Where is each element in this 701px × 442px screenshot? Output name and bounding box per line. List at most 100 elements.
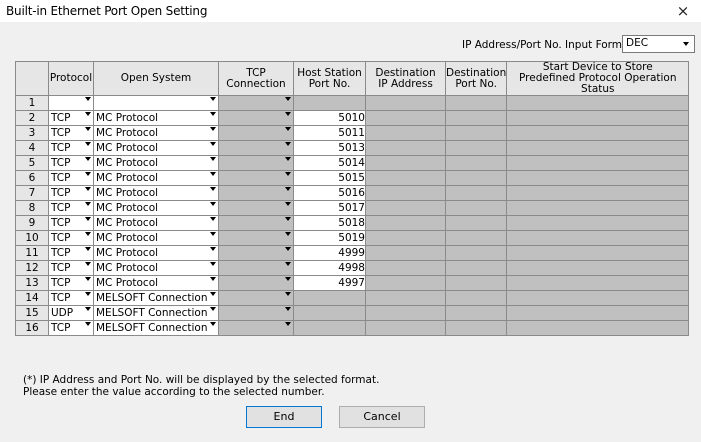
host-port-cell[interactable]: 5010 bbox=[293, 110, 366, 126]
open-system-select[interactable]: MC Protocol bbox=[93, 140, 219, 156]
protocol-select[interactable]: TCP bbox=[48, 170, 94, 186]
tcp-connection-select[interactable] bbox=[218, 215, 294, 231]
chevron-down-icon[interactable] bbox=[285, 262, 291, 275]
protocol-select[interactable]: TCP bbox=[48, 200, 94, 216]
chevron-down-icon[interactable] bbox=[85, 172, 91, 185]
tcp-connection-select[interactable] bbox=[218, 305, 294, 321]
open-system-select[interactable]: MC Protocol bbox=[93, 170, 219, 186]
protocol-select[interactable]: TCP bbox=[48, 185, 94, 201]
protocol-select[interactable]: TCP bbox=[48, 215, 94, 231]
chevron-down-icon[interactable] bbox=[210, 322, 216, 335]
chevron-down-icon[interactable] bbox=[285, 127, 291, 140]
open-system-select[interactable]: MC Protocol bbox=[93, 200, 219, 216]
open-system-select[interactable]: MC Protocol bbox=[93, 125, 219, 141]
chevron-down-icon[interactable] bbox=[210, 187, 216, 200]
chevron-down-icon[interactable] bbox=[285, 217, 291, 230]
chevron-down-icon[interactable] bbox=[285, 292, 291, 305]
chevron-down-icon[interactable] bbox=[285, 247, 291, 260]
host-port-cell[interactable]: 5014 bbox=[293, 155, 366, 171]
chevron-down-icon[interactable] bbox=[210, 232, 216, 245]
host-port-cell[interactable]: 5015 bbox=[293, 170, 366, 186]
chevron-down-icon[interactable] bbox=[678, 36, 694, 52]
chevron-down-icon[interactable] bbox=[85, 247, 91, 260]
host-port-cell[interactable]: 5019 bbox=[293, 230, 366, 246]
protocol-select[interactable]: TCP bbox=[48, 245, 94, 261]
cancel-button[interactable]: Cancel bbox=[339, 406, 425, 428]
chevron-down-icon[interactable] bbox=[210, 217, 216, 230]
chevron-down-icon[interactable] bbox=[85, 217, 91, 230]
tcp-connection-select[interactable] bbox=[218, 140, 294, 156]
host-port-cell[interactable]: 5013 bbox=[293, 140, 366, 156]
chevron-down-icon[interactable] bbox=[210, 307, 216, 320]
chevron-down-icon[interactable] bbox=[210, 112, 216, 125]
open-system-select[interactable]: MC Protocol bbox=[93, 155, 219, 171]
chevron-down-icon[interactable] bbox=[210, 277, 216, 290]
chevron-down-icon[interactable] bbox=[210, 97, 216, 110]
chevron-down-icon[interactable] bbox=[85, 262, 91, 275]
tcp-connection-select[interactable] bbox=[218, 290, 294, 306]
protocol-select[interactable]: TCP bbox=[48, 320, 94, 336]
chevron-down-icon[interactable] bbox=[285, 232, 291, 245]
chevron-down-icon[interactable] bbox=[285, 202, 291, 215]
chevron-down-icon[interactable] bbox=[210, 247, 216, 260]
chevron-down-icon[interactable] bbox=[210, 142, 216, 155]
open-system-select[interactable]: MELSOFT Connection bbox=[93, 320, 219, 336]
open-system-select[interactable]: MC Protocol bbox=[93, 230, 219, 246]
chevron-down-icon[interactable] bbox=[85, 112, 91, 125]
tcp-connection-select[interactable] bbox=[218, 170, 294, 186]
chevron-down-icon[interactable] bbox=[285, 322, 291, 335]
chevron-down-icon[interactable] bbox=[210, 172, 216, 185]
host-port-cell[interactable]: 5016 bbox=[293, 185, 366, 201]
chevron-down-icon[interactable] bbox=[285, 172, 291, 185]
chevron-down-icon[interactable] bbox=[85, 292, 91, 305]
tcp-connection-select[interactable] bbox=[218, 245, 294, 261]
chevron-down-icon[interactable] bbox=[85, 202, 91, 215]
protocol-select[interactable] bbox=[48, 95, 94, 111]
tcp-connection-select[interactable] bbox=[218, 95, 294, 111]
input-format-select[interactable]: DEC bbox=[622, 35, 695, 53]
host-port-cell[interactable]: 4997 bbox=[293, 275, 366, 291]
chevron-down-icon[interactable] bbox=[210, 202, 216, 215]
chevron-down-icon[interactable] bbox=[210, 262, 216, 275]
chevron-down-icon[interactable] bbox=[85, 127, 91, 140]
chevron-down-icon[interactable] bbox=[85, 157, 91, 170]
protocol-select[interactable]: UDP bbox=[48, 305, 94, 321]
chevron-down-icon[interactable] bbox=[85, 142, 91, 155]
end-button[interactable]: End bbox=[246, 406, 322, 428]
host-port-cell[interactable]: 5017 bbox=[293, 200, 366, 216]
host-port-cell[interactable]: 5011 bbox=[293, 125, 366, 141]
protocol-select[interactable]: TCP bbox=[48, 290, 94, 306]
open-system-select[interactable]: MC Protocol bbox=[93, 185, 219, 201]
tcp-connection-select[interactable] bbox=[218, 320, 294, 336]
chevron-down-icon[interactable] bbox=[285, 187, 291, 200]
chevron-down-icon[interactable] bbox=[210, 157, 216, 170]
open-system-select[interactable]: MC Protocol bbox=[93, 215, 219, 231]
protocol-select[interactable]: TCP bbox=[48, 260, 94, 276]
tcp-connection-select[interactable] bbox=[218, 275, 294, 291]
chevron-down-icon[interactable] bbox=[285, 97, 291, 110]
chevron-down-icon[interactable] bbox=[85, 187, 91, 200]
chevron-down-icon[interactable] bbox=[285, 112, 291, 125]
open-system-select[interactable]: MELSOFT Connection bbox=[93, 290, 219, 306]
protocol-select[interactable]: TCP bbox=[48, 230, 94, 246]
host-port-cell[interactable]: 4998 bbox=[293, 260, 366, 276]
host-port-cell[interactable]: 4999 bbox=[293, 245, 366, 261]
open-system-select[interactable]: MC Protocol bbox=[93, 110, 219, 126]
chevron-down-icon[interactable] bbox=[85, 307, 91, 320]
chevron-down-icon[interactable] bbox=[85, 322, 91, 335]
open-system-select[interactable]: MC Protocol bbox=[93, 275, 219, 291]
tcp-connection-select[interactable] bbox=[218, 200, 294, 216]
protocol-select[interactable]: TCP bbox=[48, 110, 94, 126]
tcp-connection-select[interactable] bbox=[218, 155, 294, 171]
chevron-down-icon[interactable] bbox=[85, 277, 91, 290]
tcp-connection-select[interactable] bbox=[218, 260, 294, 276]
chevron-down-icon[interactable] bbox=[210, 127, 216, 140]
chevron-down-icon[interactable] bbox=[285, 277, 291, 290]
open-system-select[interactable]: MELSOFT Connection bbox=[93, 305, 219, 321]
tcp-connection-select[interactable] bbox=[218, 230, 294, 246]
open-system-select[interactable]: MC Protocol bbox=[93, 245, 219, 261]
close-icon[interactable]: × bbox=[673, 0, 693, 22]
chevron-down-icon[interactable] bbox=[85, 232, 91, 245]
tcp-connection-select[interactable] bbox=[218, 125, 294, 141]
chevron-down-icon[interactable] bbox=[285, 142, 291, 155]
